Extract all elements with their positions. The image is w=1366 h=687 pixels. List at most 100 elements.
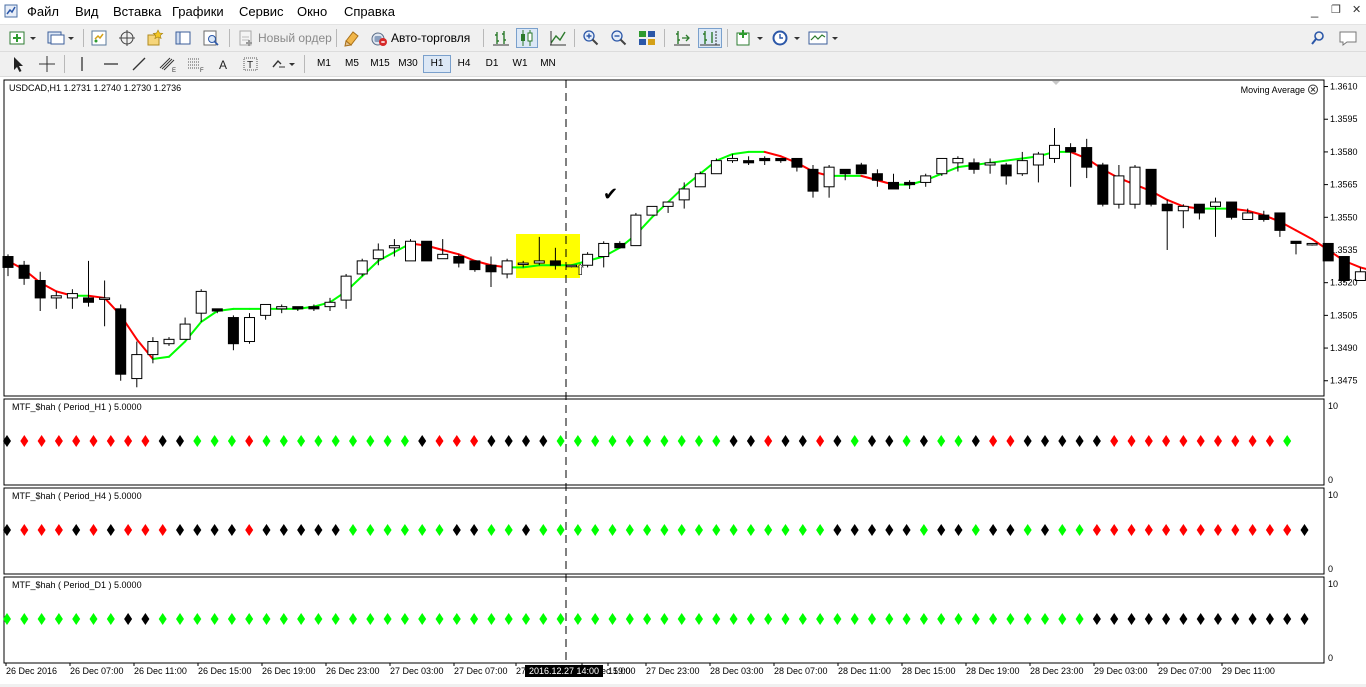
menu-bar: Файл Вид Вставка Графики Сервис Окно Спр… xyxy=(0,0,1366,25)
fibonacci-icon: F xyxy=(188,58,204,73)
timeframe-m5[interactable]: M5 xyxy=(339,55,365,73)
close-button[interactable]: ✕ xyxy=(1352,3,1361,16)
periods-button[interactable] xyxy=(771,28,803,48)
new-order-button[interactable]: Новый ордер xyxy=(237,28,332,48)
timeframe-d1[interactable]: D1 xyxy=(479,55,505,73)
candle xyxy=(244,313,255,344)
arrows-icon xyxy=(272,59,295,68)
standard-toolbar: Новый ордер Авто-торговля xyxy=(0,25,1366,52)
menu-help[interactable]: Справка xyxy=(344,4,395,19)
time-tick-label: 27 xyxy=(516,666,526,676)
tile-windows-button[interactable] xyxy=(638,28,656,48)
indicator-name-label: Moving Average xyxy=(1241,85,1305,95)
market-watch-icon xyxy=(91,30,107,46)
trendline-tool[interactable] xyxy=(130,54,148,74)
time-tick-label: 26 Dec 15:00 xyxy=(198,666,252,676)
svg-text:T: T xyxy=(247,60,253,71)
price-tick-label: 1.3550 xyxy=(1330,212,1358,222)
minimize-button[interactable]: _ xyxy=(1311,3,1318,18)
chat-button[interactable] xyxy=(1338,28,1358,48)
cursor-arrow-icon xyxy=(14,57,23,72)
price-tick-label: 1.3520 xyxy=(1330,278,1358,288)
timeframe-m15[interactable]: M15 xyxy=(367,55,393,73)
profiles-button[interactable] xyxy=(46,28,76,48)
candle xyxy=(646,205,658,216)
strategy-tester-button[interactable] xyxy=(202,28,220,48)
line-chart-icon xyxy=(550,31,566,46)
time-tick-label: 26 Dec 07:00 xyxy=(70,666,124,676)
cursor-tool[interactable] xyxy=(10,54,26,74)
candlestick-chart-button[interactable] xyxy=(516,28,538,48)
candle xyxy=(710,158,722,175)
menu-charts[interactable]: Графики xyxy=(172,4,224,19)
new-chart-button[interactable] xyxy=(8,28,38,48)
horizontal-line-icon xyxy=(104,63,118,65)
candle xyxy=(694,171,706,188)
equidistant-channel-tool[interactable]: E xyxy=(158,54,178,74)
line-chart-button[interactable] xyxy=(549,28,567,48)
indicator-close-icon[interactable] xyxy=(1308,84,1318,95)
text-label-tool[interactable]: T xyxy=(242,54,260,74)
autoscroll-button[interactable] xyxy=(673,28,691,48)
timeframe-h4[interactable]: H4 xyxy=(451,55,477,73)
arrows-tool[interactable] xyxy=(270,54,298,74)
timeframe-h1[interactable]: H1 xyxy=(423,55,451,73)
autotrading-button[interactable]: Авто-торговля xyxy=(369,28,470,48)
bar-chart-icon xyxy=(493,31,509,46)
candle xyxy=(115,304,127,381)
templates-button[interactable] xyxy=(808,28,840,48)
fibonacci-tool[interactable]: F xyxy=(186,54,206,74)
zoom-in-button[interactable] xyxy=(582,28,600,48)
candlestick-icon xyxy=(521,30,533,46)
crosshair-icon xyxy=(39,56,55,72)
chart-window[interactable]: USDCAD,H1 1.2731 1.2740 1.2730 1.2736 Mo… xyxy=(0,77,1366,684)
text-tool[interactable]: A xyxy=(216,54,232,74)
price-tick-label: 1.3565 xyxy=(1330,180,1358,190)
market-watch-button[interactable] xyxy=(90,28,108,48)
terminal-icon xyxy=(175,31,191,45)
zoom-out-button[interactable] xyxy=(610,28,628,48)
candle xyxy=(630,212,642,247)
terminal-button[interactable] xyxy=(174,28,192,48)
chart-shift-button[interactable] xyxy=(698,28,722,48)
candle xyxy=(356,258,368,277)
vertical-line-tool[interactable] xyxy=(74,54,90,74)
menu-file[interactable]: Файл xyxy=(27,4,59,19)
time-tick-label: 29 Dec 03:00 xyxy=(1094,666,1148,676)
navigator-button[interactable] xyxy=(146,28,164,48)
menu-view[interactable]: Вид xyxy=(75,4,99,19)
vertical-line-icon xyxy=(81,57,83,71)
price-tick-label: 1.3475 xyxy=(1330,376,1358,386)
menu-tools[interactable]: Сервис xyxy=(239,4,284,19)
timeframe-mn[interactable]: MN xyxy=(535,55,561,73)
chart-canvas[interactable]: USDCAD,H1 1.2731 1.2740 1.2730 1.2736 Mo… xyxy=(0,77,1366,684)
price-tick-label: 1.3490 xyxy=(1330,343,1358,353)
restore-button[interactable]: ❐ xyxy=(1331,3,1341,16)
profiles-icon xyxy=(47,31,74,45)
main-price-pane xyxy=(3,79,1325,397)
bar-chart-button[interactable] xyxy=(492,28,510,48)
crosshair-tool[interactable] xyxy=(38,54,56,74)
search-button[interactable] xyxy=(1310,28,1326,48)
timeframe-m1[interactable]: M1 xyxy=(311,55,337,73)
menu-insert[interactable]: Вставка xyxy=(113,4,161,19)
subwindow-h1-label: MTF_$hah ( Period_H1 ) 5.0000 xyxy=(12,402,142,412)
svg-text:A: A xyxy=(219,58,227,72)
time-tick-label: 27 Dec 03:00 xyxy=(390,666,444,676)
price-tick-label: 1.3505 xyxy=(1330,310,1358,320)
templates-icon xyxy=(808,31,838,45)
time-tick-label: 26 Dec 2016 xyxy=(6,666,57,676)
timeframe-m30[interactable]: M30 xyxy=(395,55,421,73)
candle xyxy=(1097,162,1109,207)
tester-magnifier-icon xyxy=(203,30,219,46)
metaeditor-button[interactable] xyxy=(343,28,361,48)
data-window-button[interactable] xyxy=(118,28,136,48)
menu-window[interactable]: Окно xyxy=(297,4,327,19)
timeframe-w1[interactable]: W1 xyxy=(507,55,533,73)
indicators-button[interactable] xyxy=(735,28,765,48)
navigator-star-icon xyxy=(147,29,164,46)
time-tick-label: 28 Dec 15:00 xyxy=(902,666,956,676)
horizontal-line-tool[interactable] xyxy=(102,54,120,74)
zoom-out-icon xyxy=(611,30,627,46)
time-tick-label: 28 Dec 07:00 xyxy=(774,666,828,676)
